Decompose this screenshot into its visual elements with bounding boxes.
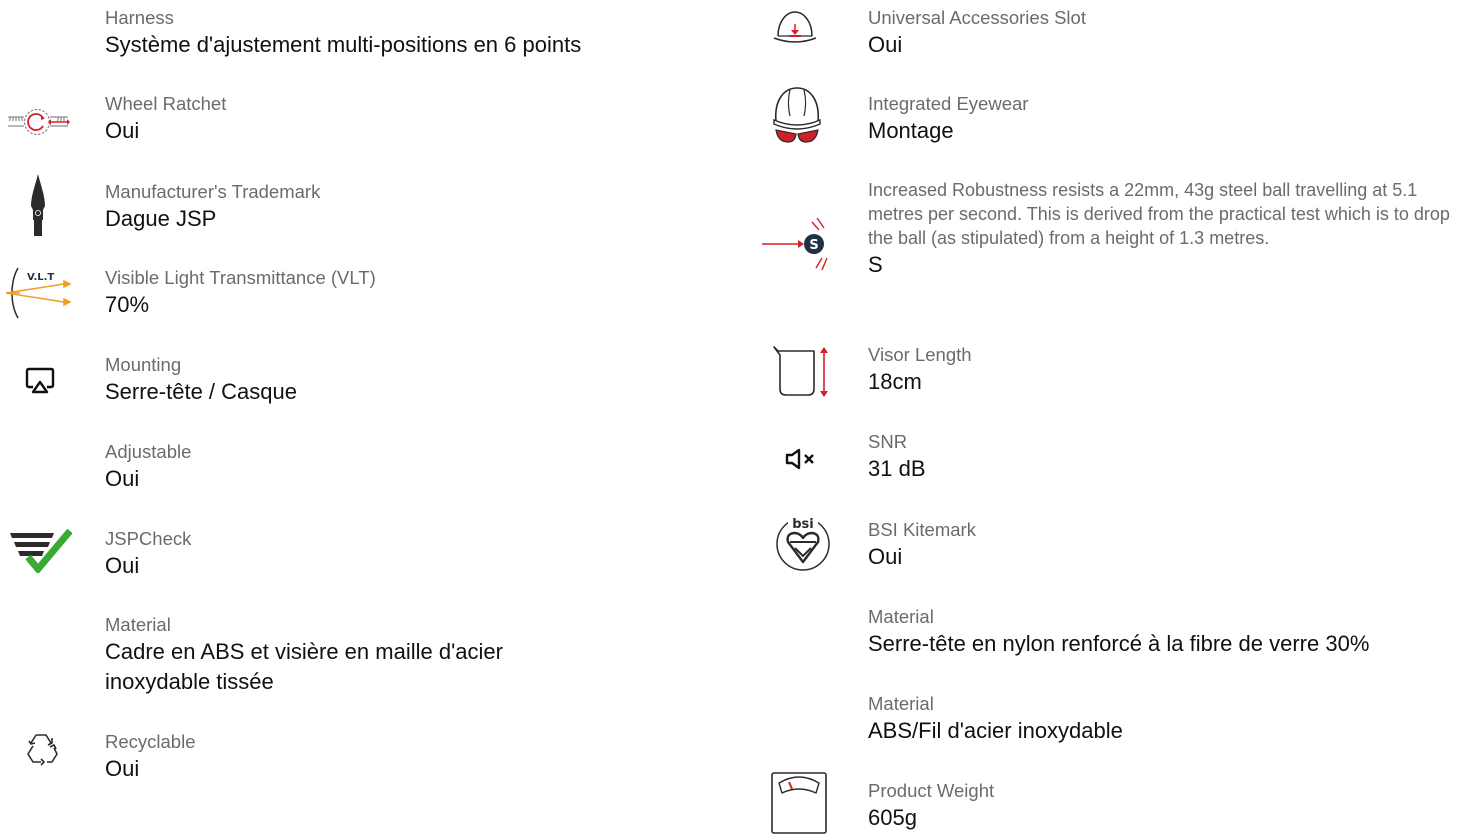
robustness-s-icon: S [762, 217, 828, 271]
svg-text:S: S [809, 238, 818, 253]
spec-value: 605g [868, 805, 917, 830]
spec-value: Oui [868, 32, 903, 57]
spec-label: Increased Robustness resists a 22mm, 43g… [868, 180, 1450, 248]
spec-value: Oui [105, 118, 140, 143]
spec-label: Material [868, 693, 934, 714]
svg-text:V.L.T: V.L.T [27, 272, 54, 283]
spec-value: Oui [105, 553, 140, 578]
spec-value: Dague JSP [105, 206, 217, 231]
spec-label: Mounting [105, 354, 182, 375]
spec-label: Visor Length [868, 344, 972, 365]
spec-value: 18cm [868, 369, 922, 394]
spec-label: JSPCheck [105, 528, 192, 549]
spec-value: Oui [868, 544, 903, 569]
spec-label: Material [105, 614, 171, 635]
svg-text:bsi: bsi [792, 517, 814, 532]
wheel-ratchet-icon [8, 108, 70, 136]
bsi-kitemark-icon: bsi [776, 516, 830, 571]
accessory-slot-helmet-icon [773, 11, 817, 43]
spec-label: Wheel Ratchet [105, 93, 227, 114]
spec-label: SNR [868, 431, 908, 452]
spec-label: Integrated Eyewear [868, 93, 1029, 114]
weight-scale-icon [771, 772, 827, 834]
spec-label: Product Weight [868, 780, 995, 801]
spec-label: Material [868, 606, 934, 627]
vlt-icon: V.L.T [6, 267, 72, 319]
integrated-eyewear-helmet-icon [773, 87, 821, 143]
spec-value: Serre-tête en nylon renforcé à la fibre … [868, 631, 1370, 656]
mounting-icon [25, 367, 55, 394]
spec-value: Oui [105, 466, 140, 491]
spec-label: Recyclable [105, 731, 196, 752]
spec-value: 31 dB [868, 456, 926, 481]
spec-value: Montage [868, 118, 954, 143]
spec-label: Adjustable [105, 441, 192, 462]
spec-label: Manufacturer's Trademark [105, 181, 321, 202]
spec-value: Serre-tête / Casque [105, 379, 297, 404]
spec-label: BSI Kitemark [868, 519, 976, 540]
spec-label: Harness [105, 7, 174, 28]
snr-speaker-icon [785, 448, 814, 470]
spec-value: Cadre en ABS et visière en maille d'acie… [105, 639, 503, 694]
spec-value: ABS/Fil d'acier inoxydable [868, 718, 1123, 743]
visor-length-icon [773, 346, 828, 397]
jspcheck-icon [10, 529, 72, 573]
spec-value: 70% [105, 292, 150, 317]
spec-label: Visible Light Transmittance (VLT) [105, 267, 376, 288]
spec-value: Oui [105, 756, 140, 781]
recycle-icon [27, 734, 58, 766]
spec-value: S [868, 252, 883, 277]
spec-label: Universal Accessories Slot [868, 7, 1086, 28]
dagger-trademark-icon [31, 174, 45, 236]
spec-value: Système d'ajustement multi-positions en … [105, 32, 582, 57]
